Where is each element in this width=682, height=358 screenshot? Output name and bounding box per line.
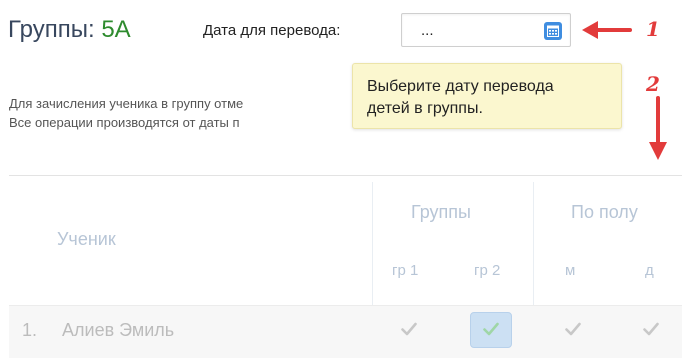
calendar-icon: [547, 25, 559, 37]
check-icon-group-1[interactable]: [401, 322, 417, 336]
date-label: Дата для перевода:: [203, 22, 341, 39]
info-line-1: Для зачисления ученика в группу отме: [9, 96, 244, 111]
date-tooltip: Выберите дату перевода детей в группы.: [352, 63, 622, 129]
info-text: Для зачисления ученика в группу отме Все…: [9, 94, 243, 132]
check-icon-male[interactable]: [565, 322, 581, 336]
column-header-groups: Группы: [411, 202, 471, 222]
calendar-button[interactable]: [544, 22, 562, 40]
tooltip-line-1: Выберите дату перевода: [367, 78, 554, 95]
tooltip-line-2: детей в группы.: [367, 100, 483, 117]
arrow-down-icon: [649, 96, 667, 160]
date-input-value: ...: [421, 22, 434, 39]
column-header-group-2: гр 2: [474, 262, 501, 279]
column-header-female: д: [645, 262, 654, 279]
arrow-left-icon: [582, 21, 632, 39]
column-header-male: м: [565, 262, 576, 279]
column-header-group-1: гр 1: [392, 262, 419, 279]
group-name: 5А: [101, 16, 131, 43]
date-input[interactable]: ...: [401, 13, 571, 47]
page-title-prefix: Группы:: [8, 16, 95, 43]
column-header-gender: По полу: [571, 202, 638, 222]
info-line-2: Все операции производятся от даты п: [9, 115, 240, 130]
annotation-badge-1: 1: [646, 17, 660, 41]
student-name: Алиев Эмиль: [62, 320, 175, 340]
column-header-student: Ученик: [57, 229, 116, 249]
check-icon-group-2[interactable]: [483, 322, 499, 336]
annotation-badge-2: 2: [646, 72, 660, 96]
check-icon-female[interactable]: [643, 322, 659, 336]
row-number: 1.: [22, 320, 38, 340]
page-title: Группы: 5А: [8, 16, 131, 44]
divider: [9, 175, 682, 176]
